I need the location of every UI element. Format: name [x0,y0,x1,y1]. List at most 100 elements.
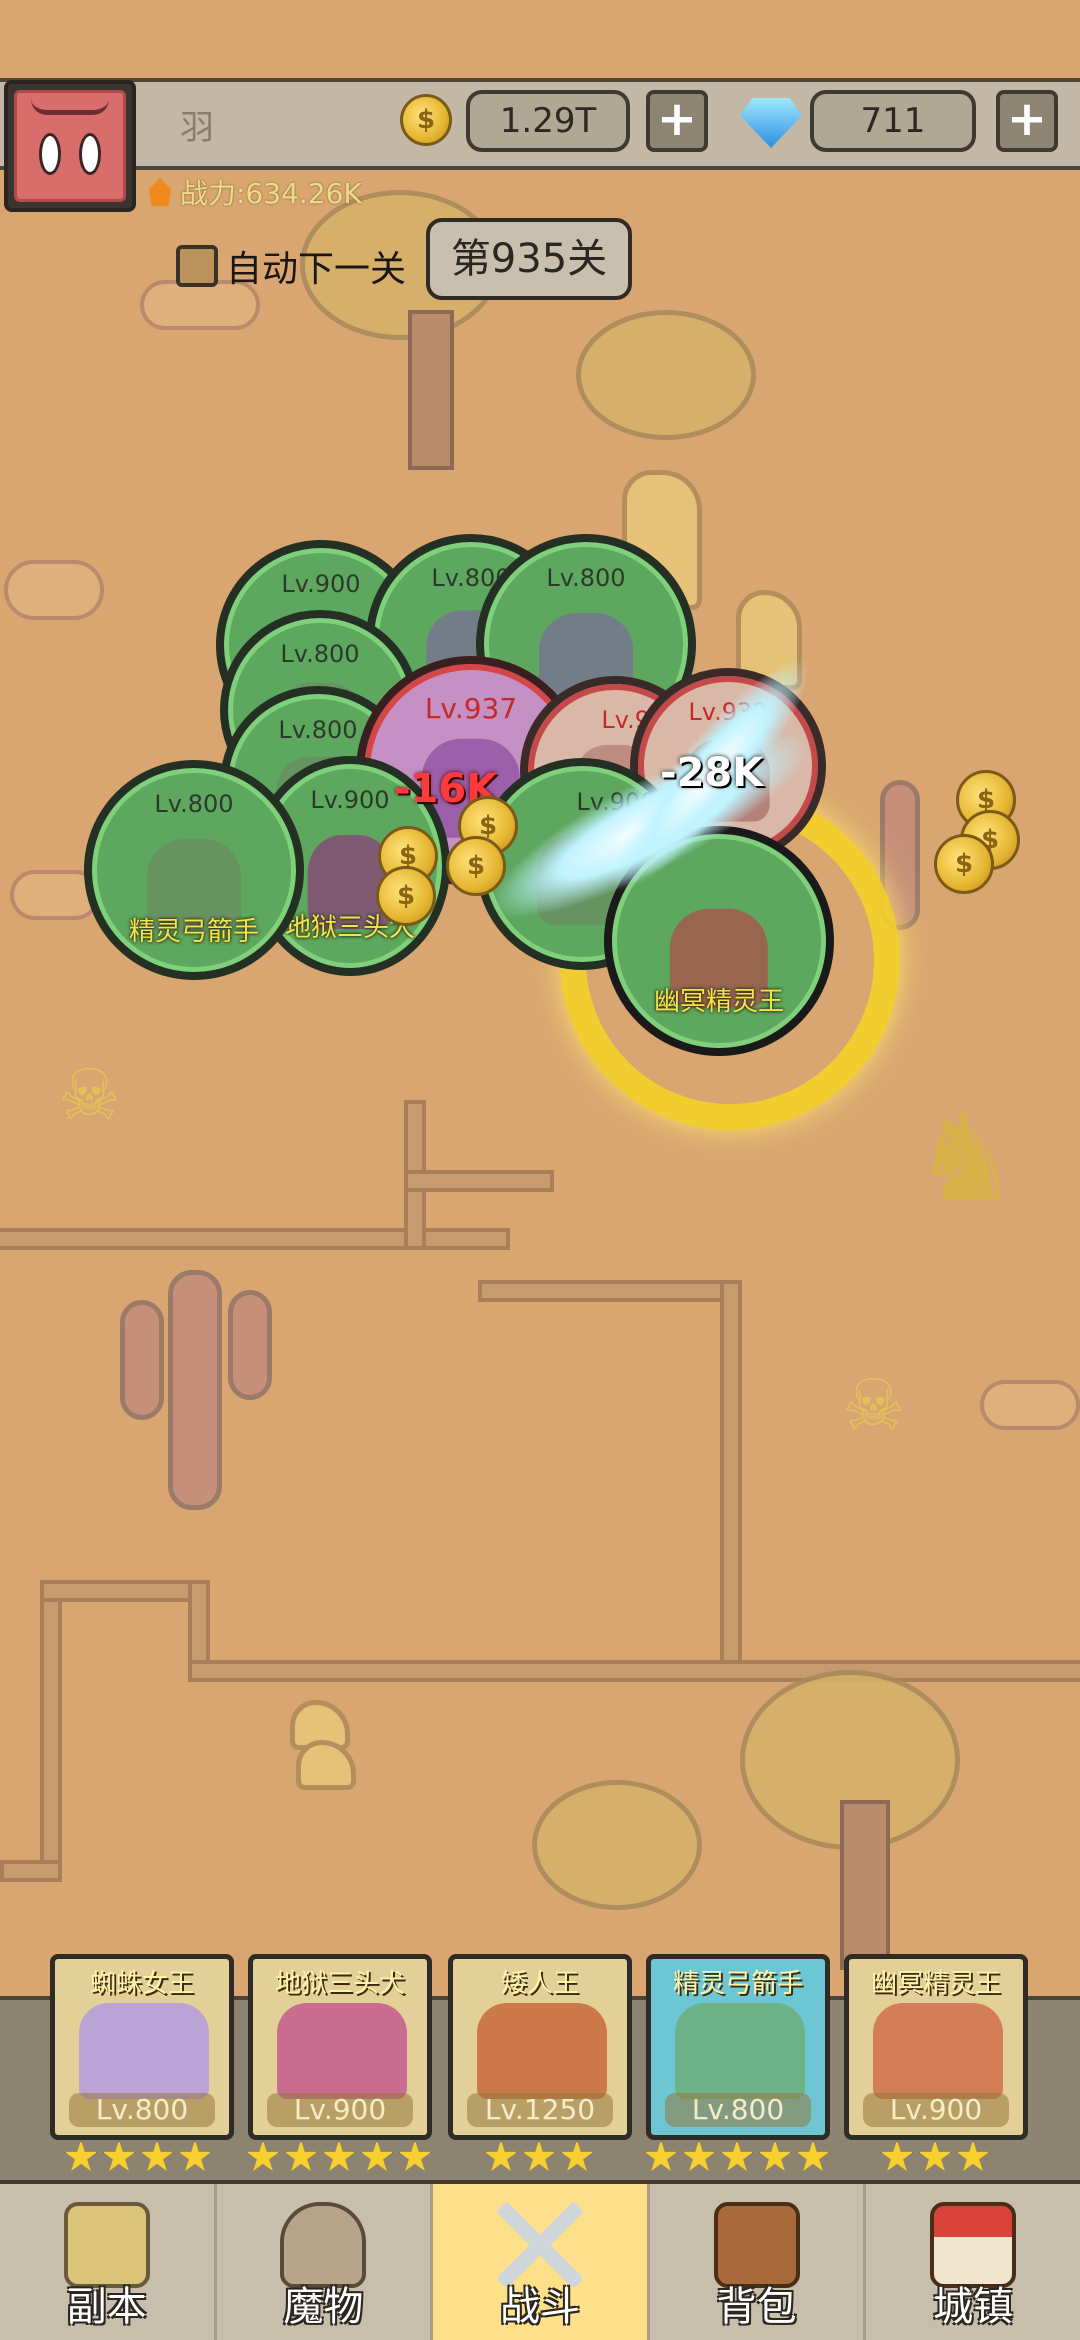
gold-coin-icon: $ [400,94,452,146]
hero-card-hellhound[interactable]: 地狱三头犬 Lv.900 [248,1954,432,2140]
road [0,1228,510,1250]
player-name: 羽 [180,108,214,148]
add-gold-button[interactable]: + [646,90,708,152]
hero-portrait [675,2003,805,2099]
star-icon [398,2140,432,2171]
nav-label: 背包 [716,2284,797,2330]
star-icon [644,2140,678,2171]
tree [532,1780,702,1910]
tree [576,310,756,440]
unit-level: Lv.800 [154,790,234,818]
add-gems-button[interactable]: + [996,90,1058,152]
star-icon [102,2140,136,2171]
nav-dungeon[interactable]: 副本 [0,2184,217,2340]
hero-card-spider-queen[interactable]: 蜘蛛女王 Lv.800 [50,1954,234,2140]
star-icon [956,2140,990,2171]
nav-battle[interactable]: 战斗 [433,2184,650,2340]
hero-level: Lv.900 [863,2093,1009,2127]
hero-name: 地狱三头犬 [274,1969,405,1999]
avatar-brow [31,99,109,115]
dropped-coin-icon[interactable]: $ [934,834,994,894]
gem-amount: 711 [810,90,976,152]
star-icon [682,2140,716,2171]
star-icon [560,2140,594,2171]
hero-portrait [477,2003,607,2099]
hero-stars [64,2140,212,2174]
road [720,1280,742,1680]
star-icon [484,2140,518,2171]
hero-level: Lv.800 [665,2093,811,2127]
star-icon [360,2140,394,2171]
hero-card-netherworld-elf-king[interactable]: 幽冥精灵王 Lv.900 [844,1954,1028,2140]
cloud [4,560,104,620]
auto-next-checkbox[interactable] [176,245,218,287]
stage-number: 第935关 [426,218,632,300]
hero-name: 精灵弓箭手 [672,1969,803,1999]
hero-level: Lv.900 [267,2093,413,2127]
star-icon [880,2140,914,2171]
hero-name: 矮人王 [500,1969,579,1999]
fox-statue-icon: ♞ [912,1090,1020,1229]
dropped-coin-icon[interactable]: $ [446,836,506,896]
ally-unit-elf-archer[interactable]: Lv.800 精灵弓箭手 [84,760,304,980]
avatar-eye [79,133,101,175]
unit-level: Lv.800 [280,640,360,668]
nav-label: 战斗 [499,2284,580,2330]
hero-card-dwarf-king[interactable]: 矮人王 Lv.1250 [448,1954,632,2140]
star-icon [246,2140,280,2171]
hero-portrait [873,2003,1003,2099]
road [40,1580,62,1880]
hero-level: Lv.800 [69,2093,215,2127]
hero-stars [644,2140,830,2174]
skull-icon: ☠ [842,1364,905,1446]
hero-name: 蜘蛛女王 [89,1969,194,1999]
nav-town[interactable]: 城镇 [866,2184,1080,2340]
tree-trunk [408,310,454,470]
nav-label: 副本 [66,2284,147,2330]
star-icon [796,2140,830,2171]
cactus [120,1300,164,1420]
hero-card-elf-archer[interactable]: 精灵弓箭手 Lv.800 [646,1954,830,2140]
avatar-face [14,90,126,202]
auto-next-toggle[interactable]: 自动下一关 [176,240,406,292]
star-icon [720,2140,754,2171]
avatar-eye [39,133,61,175]
auto-next-label: 自动下一关 [226,249,407,290]
hero-level: Lv.1250 [467,2093,613,2127]
road [40,1580,210,1602]
star-icon [64,2140,98,2171]
star-icon [322,2140,356,2171]
hero-stars [880,2140,990,2174]
nav-label: 城镇 [933,2284,1014,2330]
nav-monsters[interactable]: 魔物 [217,2184,434,2340]
tree-trunk [840,1800,890,1970]
dropped-coin-icon[interactable]: $ [376,866,436,926]
star-icon [522,2140,556,2171]
unit-level: Lv.800 [546,564,626,592]
hero-stars [484,2140,594,2174]
nav-backpack[interactable]: 背包 [650,2184,867,2340]
player-avatar[interactable] [4,80,136,212]
hero-portrait [277,2003,407,2099]
star-icon [758,2140,792,2171]
unit-name: 幽冥精灵王 [654,987,785,1017]
nav-label: 魔物 [283,2284,364,2330]
cactus [168,1270,222,1510]
star-icon [284,2140,318,2171]
combat-power-value: 战力:634.26K [180,177,362,210]
skull-icon: ☠ [58,1054,121,1136]
cactus [228,1290,272,1400]
unit-name: 精灵弓箭手 [129,917,260,947]
cloud [980,1380,1080,1430]
bottom-nav: 副本 魔物 战斗 背包 城镇 [0,2180,1080,2340]
road [404,1170,554,1192]
road [478,1280,728,1302]
star-icon [918,2140,952,2171]
hero-stars [246,2140,432,2174]
power-icon [148,178,172,206]
star-icon [178,2140,212,2171]
star-icon [140,2140,174,2171]
road [188,1660,1080,1682]
combat-power: 战力:634.26K [146,172,362,212]
gold-amount: 1.29T [466,90,630,152]
